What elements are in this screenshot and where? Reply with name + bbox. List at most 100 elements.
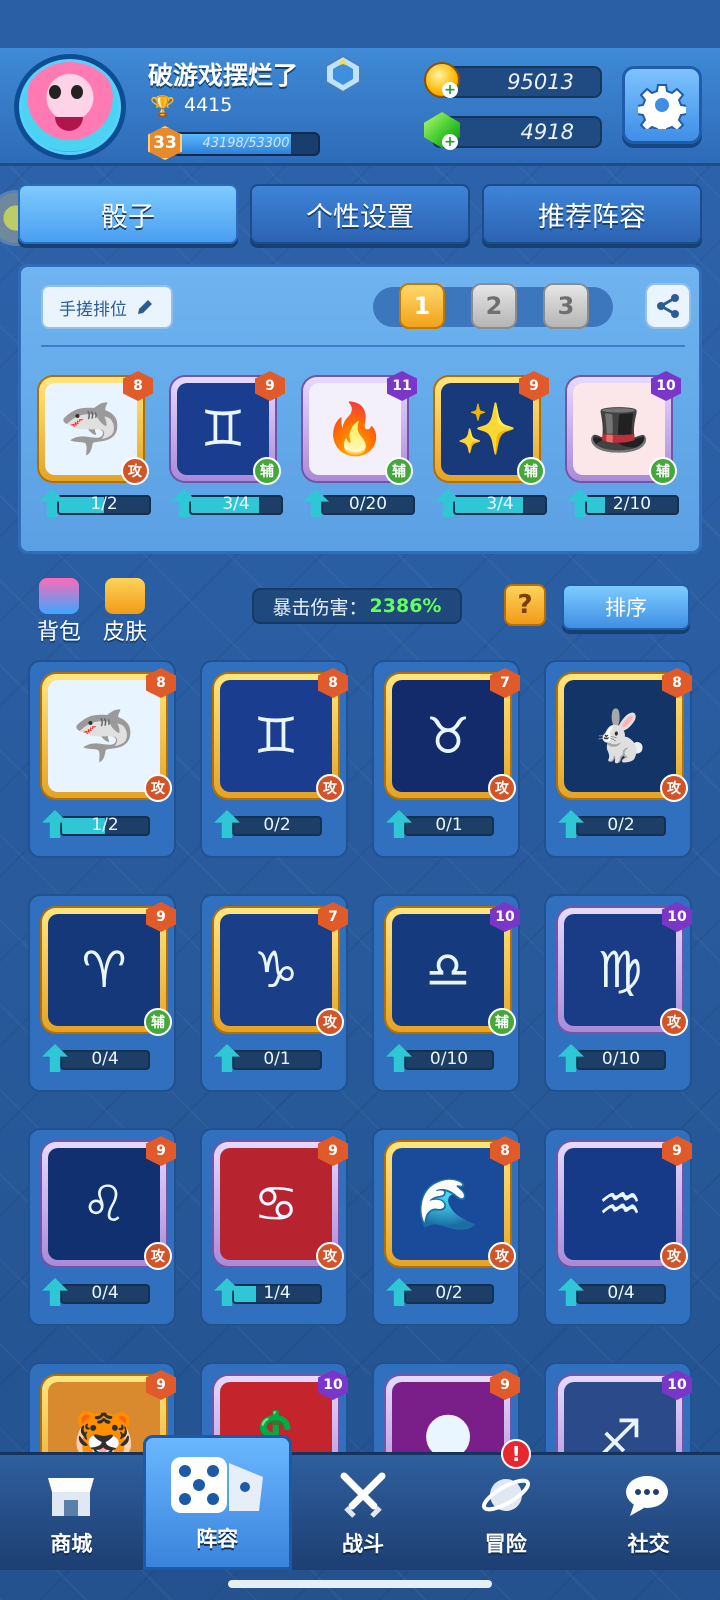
shark-dice-icon: 🦈 — [48, 680, 160, 792]
dice-card[interactable]: ♊ 8 攻 0/2 — [214, 668, 348, 838]
tab-customize[interactable]: 个性设置 — [250, 184, 470, 244]
dice-frame: 🎩 10 辅 — [567, 371, 681, 485]
deck-slot-selector: 1 2 3 — [373, 283, 613, 329]
share-button[interactable] — [645, 283, 691, 329]
upgrade-count: 0/4 — [91, 1049, 119, 1069]
gold-coin-icon[interactable]: + — [424, 62, 460, 98]
skin-button[interactable]: 皮肤 — [100, 578, 150, 646]
nav-social[interactable]: 社交 — [577, 1455, 720, 1570]
leo-dice-icon: ♌ — [48, 1148, 160, 1260]
xp-text: 43198/53300 — [202, 136, 290, 151]
upgrade-count: 0/4 — [607, 1283, 635, 1303]
rank-badge-icon[interactable] — [322, 54, 364, 94]
dice-role-badge: 攻 — [144, 1242, 172, 1270]
divider — [41, 345, 685, 347]
dice-card[interactable]: ♑ 7 攻 0/1 — [214, 902, 348, 1072]
dice-frame: ♎ 10 辅 — [386, 902, 520, 1036]
virgo-dice-icon: ♍ — [564, 914, 676, 1026]
tab-recommended[interactable]: 推荐阵容 — [482, 184, 702, 244]
nav-shop-label: 商城 — [50, 1531, 93, 1556]
dice-slot[interactable]: ♊ 8 攻 0/2 — [200, 660, 348, 858]
wave-dice-icon: 🌊 — [392, 1148, 504, 1260]
upgrade-progress: 0/2 — [558, 810, 666, 838]
upgrade-progress: 0/10 — [558, 1044, 666, 1072]
dice-slot[interactable]: ♋ 9 攻 1/4 — [200, 1128, 348, 1326]
dice-role-badge: 辅 — [488, 1008, 516, 1036]
dice-role-badge: 攻 — [121, 457, 149, 485]
upgrade-progress: 0/2 — [386, 1278, 494, 1306]
dice-card[interactable]: ✨ 9 辅 3/4 — [435, 371, 551, 517]
dice-slot[interactable]: ♉ 7 攻 0/1 — [372, 660, 520, 858]
dice-card[interactable]: 🔥 11 辅 0/20 — [303, 371, 419, 517]
deck-panel: 手搓排位 1 2 3 🦈 8 攻 1/2 ♊ 9 辅 3/4 🔥 11 辅 0/20 ✨ 9 辅 3/4 🎩 10… — [18, 264, 702, 554]
dice-card[interactable]: ♒ 9 攻 0/4 — [558, 1136, 692, 1306]
deck-slot-3[interactable]: 3 — [543, 283, 589, 329]
settings-button[interactable] — [622, 66, 702, 144]
backpack-icon — [39, 578, 79, 614]
nav-battle[interactable]: 战斗 — [292, 1455, 435, 1570]
dice-card[interactable]: 🎩 10 辅 2/10 — [567, 371, 683, 517]
dice-card[interactable]: ♉ 7 攻 0/1 — [386, 668, 520, 838]
dice-slot[interactable]: 🐇 8 攻 0/2 — [544, 660, 692, 858]
player-avatar[interactable] — [14, 54, 126, 160]
dice-slot[interactable]: 🌊 8 攻 0/2 — [372, 1128, 520, 1326]
deck-cards: 🦈 8 攻 1/2 ♊ 9 辅 3/4 🔥 11 辅 0/20 ✨ 9 辅 3/4 🎩 10 辅 2/10 — [39, 371, 689, 517]
dice-slot[interactable]: ♒ 9 攻 0/4 — [544, 1128, 692, 1326]
dice-card[interactable]: 🌊 8 攻 0/2 — [386, 1136, 520, 1306]
add-gold-icon[interactable]: + — [442, 82, 458, 98]
dice-frame: 🐇 8 攻 — [558, 668, 692, 802]
dice-role-badge: 攻 — [660, 774, 688, 802]
nav-shop[interactable]: 商城 — [0, 1455, 143, 1570]
upgrade-count: 1/2 — [90, 494, 118, 514]
dice-role-badge: 攻 — [488, 774, 516, 802]
gem-value: 4918 — [520, 120, 574, 144]
dice-card[interactable]: ♍ 10 攻 0/10 — [558, 902, 692, 1072]
chat-icon — [625, 1475, 668, 1516]
cancer-dice-icon: ♋ — [220, 1148, 332, 1260]
crit-damage: 暴击伤害： 2386% — [252, 588, 462, 624]
manual-rank-button[interactable]: 手搓排位 — [41, 285, 173, 329]
upgrade-progress: 0/10 — [386, 1044, 494, 1072]
dice-slot[interactable]: ♍ 10 攻 0/10 — [544, 894, 692, 1092]
nav-social-label: 社交 — [627, 1531, 670, 1556]
bottom-nav: 商城 阵容 战斗 ! 冒险 社交 — [0, 1435, 720, 1570]
nav-adventure[interactable]: ! 冒险 — [434, 1439, 577, 1570]
dice-role-badge: 攻 — [316, 774, 344, 802]
trophy-count: 4415 — [184, 94, 233, 116]
upgrade-count: 1/2 — [91, 815, 119, 835]
tab-dice[interactable]: 骰子 — [18, 184, 238, 244]
upgrade-progress: 0/20 — [303, 489, 415, 517]
dice-card[interactable]: ♎ 10 辅 0/10 — [386, 902, 520, 1072]
add-gem-icon[interactable]: + — [442, 134, 458, 150]
trophy-icon: 🏆 — [150, 94, 175, 118]
nav-deck[interactable]: 阵容 — [142, 1435, 292, 1570]
dice-card[interactable]: ♊ 9 辅 3/4 — [171, 371, 287, 517]
dice-card[interactable]: 🐇 8 攻 0/2 — [558, 668, 692, 838]
help-button[interactable]: ? — [504, 584, 546, 626]
dice-slot[interactable]: ♈ 9 辅 0/4 — [28, 894, 176, 1092]
dice-slot[interactable]: ♌ 9 攻 0/4 — [28, 1128, 176, 1326]
deck-slot-2[interactable]: 2 — [471, 283, 517, 329]
sort-button[interactable]: 排序 — [562, 584, 690, 630]
dice-frame: ♊ 8 攻 — [214, 668, 348, 802]
backpack-button[interactable]: 背包 — [34, 578, 84, 646]
upgrade-progress: 0/2 — [214, 810, 322, 838]
player-name: 破游戏摆烂了 — [148, 61, 299, 90]
upgrade-count: 0/2 — [263, 815, 291, 835]
dice-slot[interactable]: ♎ 10 辅 0/10 — [372, 894, 520, 1092]
dice-slot[interactable]: ♑ 7 攻 0/1 — [200, 894, 348, 1092]
dice-card[interactable]: ♋ 9 攻 1/4 — [214, 1136, 348, 1306]
dice-card[interactable]: ♈ 9 辅 0/4 — [42, 902, 176, 1072]
capricorn-dice-icon: ♑ — [220, 914, 332, 1026]
dice-card[interactable]: 🦈 8 攻 1/2 — [42, 668, 176, 838]
nav-battle-label: 战斗 — [341, 1531, 384, 1556]
dice-slot[interactable]: 🦈 8 攻 1/2 — [28, 660, 176, 858]
planet-icon — [481, 1478, 530, 1511]
libra-dice-icon: ♎ — [392, 914, 504, 1026]
dice-role-badge: 攻 — [660, 1008, 688, 1036]
deck-slot-1[interactable]: 1 — [399, 283, 445, 329]
shop-icon — [48, 1477, 95, 1516]
dice-card[interactable]: ♌ 9 攻 0/4 — [42, 1136, 176, 1306]
dice-card[interactable]: 🦈 8 攻 1/2 — [39, 371, 155, 517]
dice-role-badge: 攻 — [488, 1242, 516, 1270]
